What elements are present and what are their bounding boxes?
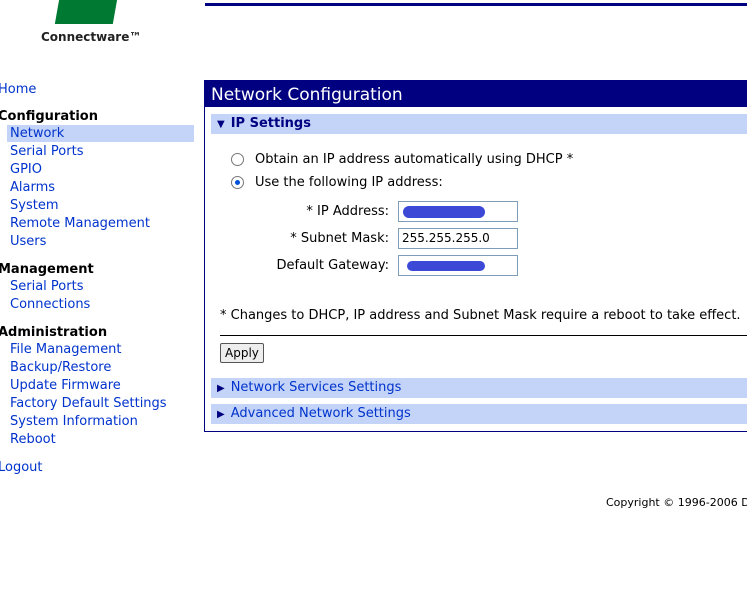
section-label: Advanced Network Settings — [230, 406, 411, 421]
nav-gpio[interactable]: GPIO — [10, 162, 42, 177]
redaction-scribble — [403, 206, 485, 218]
divider — [220, 335, 747, 336]
redaction-scribble — [407, 261, 485, 271]
nav-system-information[interactable]: System Information — [10, 414, 138, 429]
nav-home[interactable]: Home — [0, 82, 36, 97]
top-divider — [205, 3, 747, 6]
subnet-mask-input[interactable]: 255.255.255.0 — [398, 228, 518, 249]
nav-mgmt-serial-ports[interactable]: Serial Ports — [10, 279, 83, 294]
nav-heading-administration: Administration — [0, 325, 108, 340]
ip-address-label: * IP Address: — [306, 204, 389, 219]
triangle-right-icon: ▶ — [217, 383, 225, 394]
nav-connections[interactable]: Connections — [10, 297, 90, 312]
section-network-services[interactable]: ▶ Network Services Settings — [211, 378, 747, 398]
section-label: Network Services Settings — [230, 380, 402, 395]
triangle-right-icon: ▶ — [217, 409, 225, 420]
nav-serial-ports[interactable]: Serial Ports — [10, 144, 83, 159]
nav-file-management[interactable]: File Management — [10, 342, 122, 357]
nav-heading-management: Management — [0, 262, 94, 277]
reboot-note: * Changes to DHCP, IP address and Subnet… — [220, 308, 741, 323]
static-ip-radio[interactable] — [231, 176, 244, 189]
dhcp-label: Obtain an IP address automatically using… — [255, 152, 574, 167]
nav-remote-management[interactable]: Remote Management — [10, 216, 150, 231]
copyright: Copyright © 1996-2006 D — [606, 496, 747, 509]
nav-backup-restore[interactable]: Backup/Restore — [10, 360, 111, 375]
section-advanced-network[interactable]: ▶ Advanced Network Settings — [211, 404, 747, 424]
nav-update-firmware[interactable]: Update Firmware — [10, 378, 121, 393]
page-title: Network Configuration — [205, 81, 747, 107]
dhcp-radio[interactable] — [231, 153, 244, 166]
network-config-panel: Network Configuration ▼ IP Settings Obtai… — [204, 80, 747, 432]
apply-button[interactable]: Apply — [220, 343, 264, 363]
connectware-logo-text: Connectware™ — [41, 30, 142, 44]
nav-system[interactable]: System — [10, 198, 58, 213]
nav-alarms[interactable]: Alarms — [10, 180, 55, 195]
section-label: IP Settings — [230, 116, 311, 131]
section-ip-settings[interactable]: ▼ IP Settings — [211, 114, 747, 134]
triangle-down-icon: ▼ — [217, 119, 225, 130]
nav-network[interactable]: Network — [10, 126, 64, 141]
subnet-mask-label: * Subnet Mask: — [290, 231, 389, 246]
nav-reboot[interactable]: Reboot — [10, 432, 56, 447]
nav-logout[interactable]: Logout — [0, 460, 43, 475]
nav-factory-default[interactable]: Factory Default Settings — [10, 396, 167, 411]
digi-logo — [54, 0, 120, 24]
nav-heading-configuration: Configuration — [0, 109, 98, 124]
default-gateway-label: Default Gateway: — [276, 258, 390, 273]
nav-users[interactable]: Users — [10, 234, 46, 249]
static-ip-label: Use the following IP address: — [255, 175, 443, 190]
